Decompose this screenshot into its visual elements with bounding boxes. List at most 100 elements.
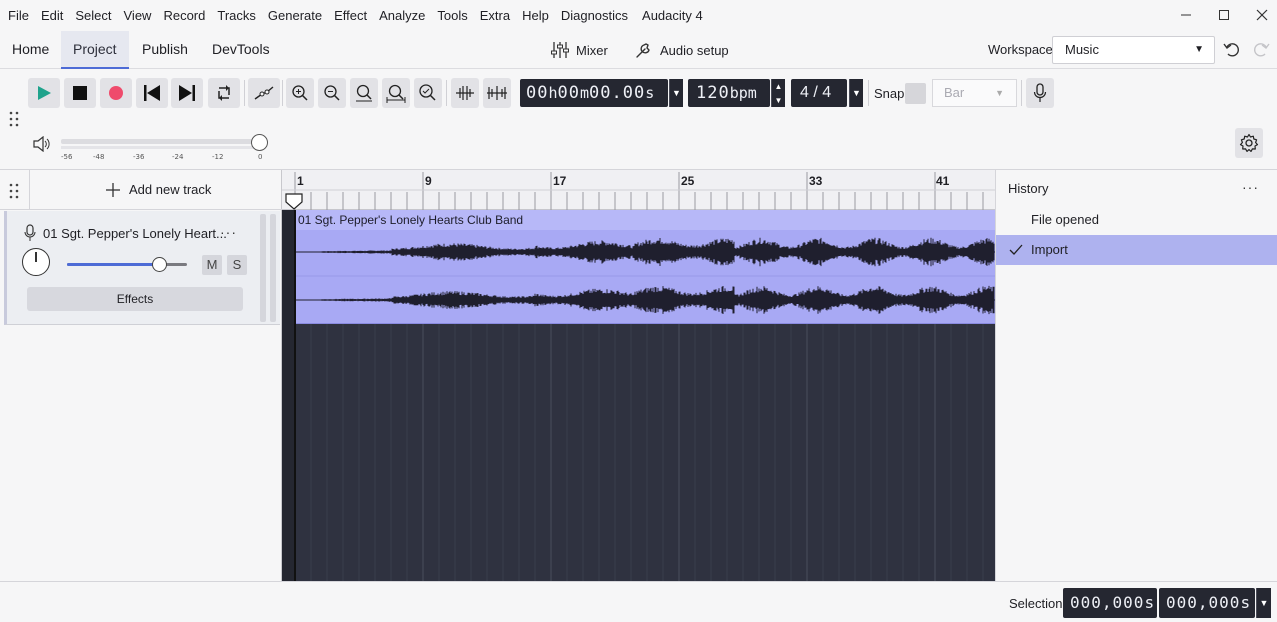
- selection-end[interactable]: 000,000s: [1159, 588, 1255, 618]
- snap-select[interactable]: Bar ▼: [932, 79, 1017, 107]
- timeline[interactable]: 1 9 17 25 33 41 01 Sgt. Pepper's Lonely …: [282, 170, 995, 581]
- stop-button[interactable]: [64, 78, 96, 108]
- mixer-label: Mixer: [576, 42, 608, 58]
- playhead-marker-icon[interactable]: [285, 193, 303, 210]
- menu-diagnostics[interactable]: Diagnostics: [555, 0, 634, 31]
- input-monitor-button[interactable]: [1026, 78, 1054, 108]
- record-button[interactable]: [100, 78, 132, 108]
- history-item-label: Import: [1031, 242, 1068, 257]
- meter-tick: -12: [212, 153, 224, 161]
- separator: [1021, 80, 1022, 106]
- selection-format-dropdown[interactable]: ▼: [1256, 588, 1271, 618]
- track-volume-handle[interactable]: [152, 257, 167, 272]
- zoom-selection-icon: [356, 84, 372, 102]
- time-minutes-unit: m: [580, 84, 590, 102]
- undo-icon[interactable]: [1222, 39, 1242, 62]
- selection-label: Selection: [1009, 596, 1063, 611]
- time-format-dropdown[interactable]: ▼: [669, 79, 683, 107]
- menu-record[interactable]: Record: [157, 0, 211, 31]
- ruler-label: 9: [425, 174, 432, 188]
- tempo-up-button[interactable]: ▲: [771, 79, 785, 93]
- meter-slider-handle[interactable]: [251, 134, 268, 151]
- menu-extra[interactable]: Extra: [474, 0, 516, 31]
- menu-tools[interactable]: Tools: [431, 0, 473, 31]
- track-header[interactable]: 01 Sgt. Pepper's Lonely Heart... ··· M S…: [4, 211, 280, 325]
- app-title: Audacity 4: [642, 8, 703, 23]
- caret-down-icon: ▼: [672, 88, 681, 98]
- menu-analyze[interactable]: Analyze: [373, 0, 431, 31]
- snap-checkbox[interactable]: [905, 83, 926, 104]
- silence-button[interactable]: [483, 78, 511, 108]
- maximize-icon[interactable]: [1212, 4, 1236, 26]
- time-signature-display[interactable]: 4 / 4: [791, 79, 847, 107]
- meter-tick: -24: [172, 153, 184, 161]
- mute-button[interactable]: M: [202, 255, 222, 275]
- add-new-track-button[interactable]: Add new track: [106, 182, 211, 197]
- knob-indicator: [35, 252, 37, 262]
- skip-to-start-button[interactable]: [136, 78, 168, 108]
- drag-handle-icon[interactable]: [8, 110, 20, 131]
- tab-devtools[interactable]: DevTools: [200, 31, 282, 68]
- tab-home[interactable]: Home: [0, 31, 61, 68]
- tab-project[interactable]: Project: [61, 31, 129, 69]
- separator: [282, 80, 283, 106]
- playhead-line: [294, 210, 296, 581]
- history-item-import[interactable]: Import: [996, 235, 1277, 265]
- tab-publish[interactable]: Publish: [130, 31, 200, 68]
- zoom-out-button[interactable]: [318, 78, 346, 108]
- workspace-select[interactable]: Music ▼: [1052, 36, 1215, 64]
- menu-select[interactable]: Select: [69, 0, 117, 31]
- zoom-in-button[interactable]: [286, 78, 314, 108]
- menu-view[interactable]: View: [118, 0, 158, 31]
- workspace-value: Music: [1065, 42, 1099, 57]
- audio-clip[interactable]: 01 Sgt. Pepper's Lonely Hearts Club Band: [295, 210, 995, 324]
- separator: [446, 80, 447, 106]
- fit-to-width-button[interactable]: [382, 78, 410, 108]
- minimize-icon[interactable]: [1174, 4, 1198, 26]
- skip-start-icon: [144, 85, 160, 101]
- more-options-icon[interactable]: ···: [1242, 179, 1259, 195]
- meter-tick: -36: [133, 153, 145, 161]
- drag-handle-icon[interactable]: [8, 182, 20, 203]
- time-seconds: 00.00: [589, 83, 646, 103]
- menu-file[interactable]: File: [2, 0, 35, 31]
- tempo-down-button[interactable]: ▼: [771, 93, 785, 107]
- menu-tracks[interactable]: Tracks: [211, 0, 262, 31]
- skip-to-end-button[interactable]: [171, 78, 203, 108]
- pan-knob[interactable]: [22, 248, 50, 276]
- tempo-display[interactable]: 120 bpm: [688, 79, 770, 107]
- menu-generate[interactable]: Generate: [262, 0, 328, 31]
- trim-button[interactable]: [451, 78, 479, 108]
- menu-help[interactable]: Help: [516, 0, 555, 31]
- loop-button[interactable]: [208, 78, 240, 108]
- menu-effect[interactable]: Effect: [328, 0, 373, 31]
- automation-button[interactable]: [248, 78, 280, 108]
- speaker-icon[interactable]: [33, 135, 51, 155]
- more-options-icon[interactable]: ···: [220, 224, 237, 240]
- solo-button[interactable]: S: [227, 255, 247, 275]
- close-icon[interactable]: [1250, 4, 1274, 26]
- redo-icon[interactable]: [1251, 39, 1271, 62]
- play-button[interactable]: [28, 78, 60, 108]
- settings-button[interactable]: [1235, 128, 1263, 158]
- zoom-to-selection-button[interactable]: [350, 78, 378, 108]
- audio-setup-button[interactable]: Audio setup: [634, 39, 729, 61]
- timeline-ruler[interactable]: 1 9 17 25 33 41: [282, 170, 995, 210]
- selection-start[interactable]: 000,000s: [1063, 588, 1157, 618]
- time-display[interactable]: 00 h 00 m 00.00 s: [520, 79, 668, 107]
- time-signature-dropdown[interactable]: ▼: [849, 79, 863, 107]
- microphone-icon: [24, 224, 36, 245]
- tab-bar: Home Project Publish DevTools Mixer Audi…: [0, 31, 1277, 69]
- effects-button[interactable]: Effects: [27, 287, 243, 311]
- clip-header[interactable]: 01 Sgt. Pepper's Lonely Hearts Club Band: [295, 210, 995, 230]
- play-icon: [38, 86, 51, 100]
- snap-label: Snap: [874, 86, 905, 101]
- selection-start-value: 000,000: [1070, 593, 1145, 612]
- track-name[interactable]: 01 Sgt. Pepper's Lonely Heart...: [43, 226, 227, 241]
- zoom-toggle-button[interactable]: [414, 78, 442, 108]
- menu-edit[interactable]: Edit: [35, 0, 69, 31]
- meter-bar: [61, 146, 261, 149]
- mixer-button[interactable]: Mixer: [550, 39, 608, 61]
- history-item-file-opened[interactable]: File opened: [996, 205, 1277, 235]
- fit-width-icon: [386, 84, 406, 103]
